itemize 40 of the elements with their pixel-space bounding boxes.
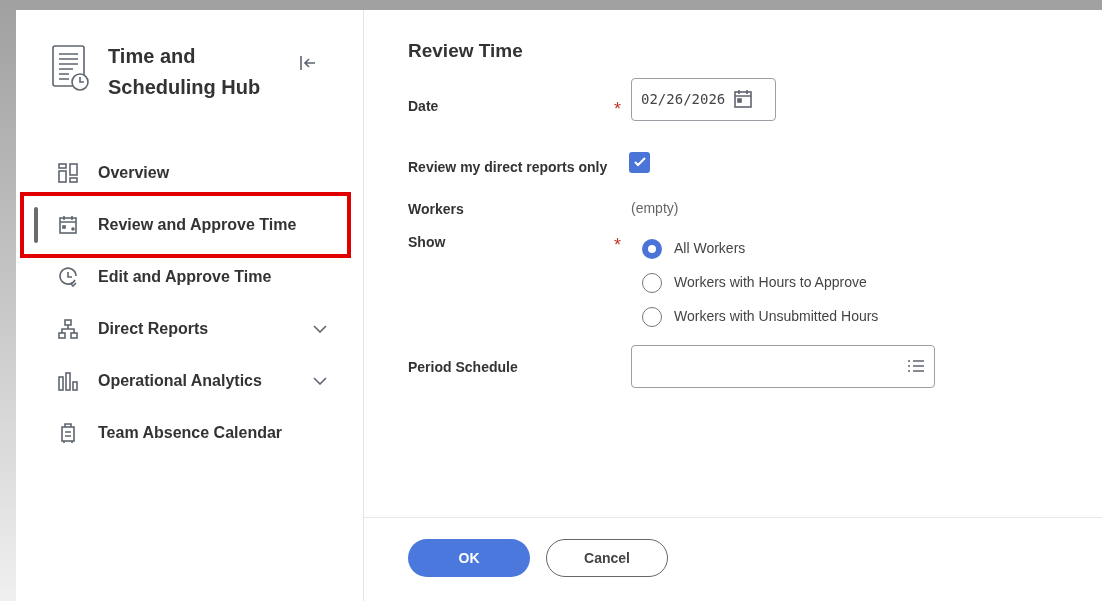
nav-item[interactable]: Edit and Approve Time	[52, 257, 327, 297]
radio-button[interactable]	[642, 272, 662, 293]
hub-title: Time and Scheduling Hub	[108, 44, 262, 100]
required-asterisk: *	[614, 98, 621, 119]
list-icon[interactable]	[907, 359, 925, 373]
field-value: (empty)	[631, 198, 679, 218]
calendar-icon[interactable]	[733, 89, 754, 109]
timesheet-clock-icon	[52, 45, 90, 91]
clock-icon	[58, 267, 78, 287]
radio-option[interactable]: Workers with Unsubmitted Hours	[642, 306, 879, 327]
checkmark-icon	[633, 157, 646, 167]
ok-button[interactable]: OK	[408, 539, 530, 577]
prompt-field[interactable]	[631, 344, 935, 388]
nav-item[interactable]: Operational Analytics	[52, 361, 313, 401]
bar-chart-icon	[58, 371, 78, 391]
checkbox[interactable]	[629, 151, 650, 173]
field-label: Review my direct reports only	[408, 157, 609, 177]
nav-item[interactable]: Review and Approve Time	[52, 205, 327, 245]
clipboard-icon	[58, 423, 78, 443]
field-label: Show	[408, 232, 447, 252]
radio-option[interactable]: All Workers	[642, 238, 879, 259]
field-label: Date	[408, 96, 440, 116]
nav-item[interactable]: Overview	[52, 153, 327, 193]
calendar-icon	[58, 215, 78, 235]
collapse-icon[interactable]	[300, 56, 316, 70]
org-chart-icon	[58, 319, 78, 339]
chevron-icon[interactable]	[313, 325, 327, 333]
nav-item[interactable]: Direct Reports	[52, 309, 313, 349]
cancel-button[interactable]: Cancel	[546, 539, 668, 577]
radio-button[interactable]	[642, 238, 662, 259]
grid-icon	[58, 163, 78, 183]
chevron-icon[interactable]	[313, 377, 327, 385]
date-field[interactable]: 02/26/2026	[631, 77, 776, 121]
radio-button[interactable]	[642, 306, 662, 327]
page-title: Review Time	[408, 39, 524, 63]
nav-item[interactable]: Team Absence Calendar	[52, 413, 327, 453]
required-asterisk: *	[614, 234, 621, 255]
radio-option[interactable]: Workers with Hours to Approve	[642, 272, 879, 293]
field-label: Period Schedule	[408, 357, 519, 377]
field-label: Workers	[408, 199, 465, 219]
